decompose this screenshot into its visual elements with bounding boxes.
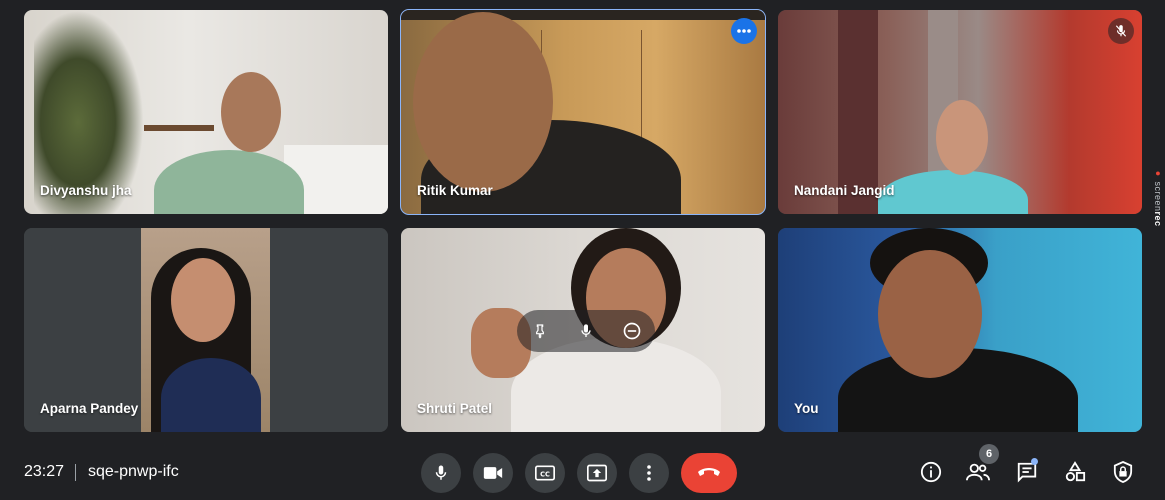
tile-hover-controls xyxy=(517,310,655,352)
participant-tile-aparna[interactable]: Aparna Pandey xyxy=(24,228,388,432)
remove-icon[interactable] xyxy=(617,316,647,346)
participant-name: Aparna Pandey xyxy=(40,401,139,416)
host-controls-icon xyxy=(1113,461,1133,483)
record-dot-icon: ● xyxy=(1153,168,1163,179)
divider xyxy=(75,464,76,481)
participant-name: Divyanshu jha xyxy=(40,183,132,198)
activities-icon xyxy=(1065,461,1086,482)
present-icon xyxy=(587,464,607,482)
participant-tile-divyanshu[interactable]: Divyanshu jha xyxy=(24,10,388,214)
more-vert-icon xyxy=(647,465,651,481)
info-icon xyxy=(920,461,942,483)
captions-button[interactable]: CC xyxy=(525,453,565,493)
participant-tile-shruti[interactable]: Shruti Patel xyxy=(401,228,765,432)
present-button[interactable] xyxy=(577,453,617,493)
meeting-time: 23:27 xyxy=(24,463,65,480)
mic-off-icon xyxy=(1108,18,1134,44)
participant-tile-ritik[interactable]: Ritik Kumar xyxy=(400,9,766,215)
host-controls-button[interactable] xyxy=(1108,457,1138,487)
leave-call-button[interactable] xyxy=(681,453,737,493)
mic-icon xyxy=(435,465,447,480)
recorder-suffix: rec xyxy=(1153,211,1163,227)
more-options-icon[interactable] xyxy=(731,18,757,44)
captions-icon: CC xyxy=(535,465,555,481)
more-options-button[interactable] xyxy=(629,453,669,493)
camera-icon xyxy=(483,467,503,479)
camera-button[interactable] xyxy=(473,453,513,493)
participant-name: You xyxy=(794,401,819,416)
video-feed xyxy=(778,228,1142,432)
screen-recorder-label: ● screenrec xyxy=(1153,168,1163,227)
participant-name: Ritik Kumar xyxy=(417,183,493,198)
people-icon xyxy=(966,463,990,481)
hangup-icon xyxy=(698,468,720,476)
participant-tile-you[interactable]: You xyxy=(778,228,1142,432)
participant-name: Shruti Patel xyxy=(417,401,493,416)
participant-name: Nandani Jangid xyxy=(794,183,895,198)
mic-icon[interactable] xyxy=(571,316,601,346)
chat-notification-dot xyxy=(1031,458,1038,465)
mic-button[interactable] xyxy=(421,453,461,493)
meeting-details-button[interactable] xyxy=(916,457,946,487)
activities-button[interactable] xyxy=(1060,457,1090,487)
meeting-code: sqe-pnwp-ifc xyxy=(88,463,179,480)
people-count-badge: 6 xyxy=(979,444,999,464)
pin-icon[interactable] xyxy=(525,316,555,346)
recorder-prefix: screen xyxy=(1153,181,1163,212)
participant-tile-nandani[interactable]: Nandani Jangid xyxy=(778,10,1142,214)
svg-text:CC: CC xyxy=(540,470,550,478)
